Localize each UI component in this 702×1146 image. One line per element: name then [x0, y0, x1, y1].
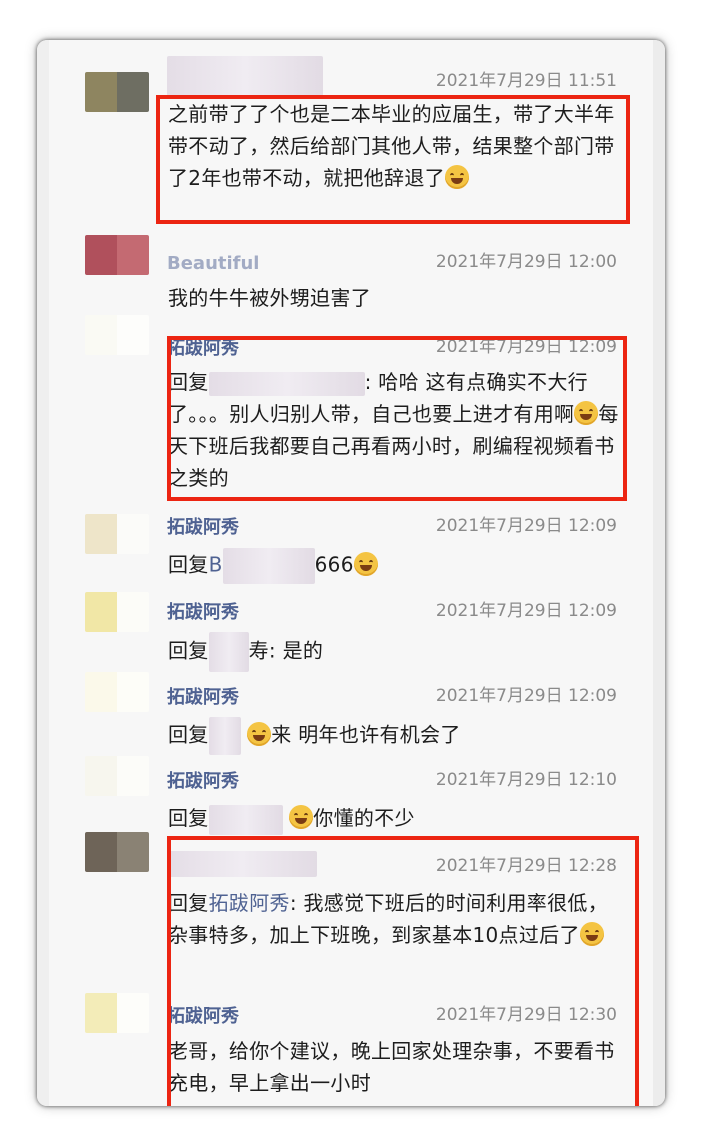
- laugh-cry-icon: [444, 165, 469, 189]
- comment-text: 回复拓跋阿秀: 我感觉下班后的时间利用率很低，杂事特多，加上下班晚，到家基本10…: [168, 891, 609, 947]
- comment-text: 我的牛牛被外甥迫害了: [168, 286, 371, 310]
- comment-text: 回复 你懂的不少: [168, 802, 628, 835]
- left-edge: [37, 40, 49, 1106]
- commenter-name-blurred[interactable]: [167, 851, 317, 877]
- comment-time: 2021年7月29日 11:51: [435, 71, 617, 91]
- comment-text: 回复: 哈哈 这有点确实不大行了。。。别人归别人带，自己也要上进才有用啊 每天下班…: [168, 370, 619, 490]
- avatar[interactable]: [85, 672, 149, 712]
- commenter-name[interactable]: 拓跋阿秀: [167, 1006, 239, 1028]
- avatar[interactable]: [85, 235, 149, 275]
- commenter-name[interactable]: Beautiful: [167, 253, 259, 275]
- commenter-name[interactable]: 拓跋阿秀: [167, 687, 239, 709]
- comment-text: 回复 寿: 是的: [168, 632, 628, 672]
- comment-time: 2021年7月29日 12:09: [435, 516, 617, 536]
- comment-panel: 2021年7月29日 11:51 之前带了了个也是二本毕业的应届生，带了大半年带…: [37, 40, 665, 1106]
- comment-time: 2021年7月29日 12:28: [435, 856, 617, 876]
- commenter-name[interactable]: 拓跋阿秀: [167, 771, 239, 793]
- comment-text: 之前带了了个也是二本毕业的应届生，带了大半年带不动了，然后给部门其他人带，结果整…: [168, 102, 615, 190]
- commenter-name-blurred[interactable]: [167, 56, 323, 96]
- commenter-name[interactable]: 拓跋阿秀: [167, 338, 239, 360]
- avatar[interactable]: [85, 315, 149, 355]
- avatar[interactable]: [85, 514, 149, 554]
- comment-time: 2021年7月29日 12:09: [435, 601, 617, 621]
- comment-time: 2021年7月29日 12:09: [435, 686, 617, 706]
- comment-time: 2021年7月29日 12:10: [435, 770, 617, 790]
- comment-text: 回复B 666: [168, 548, 628, 584]
- avatar[interactable]: [85, 832, 149, 872]
- avatar[interactable]: [85, 756, 149, 796]
- comment-text: 回复 来 明年也许有机会了: [168, 717, 628, 755]
- commenter-name[interactable]: 拓跋阿秀: [167, 602, 239, 624]
- scrollbar[interactable]: [653, 40, 665, 1106]
- shush-face-icon: [579, 922, 604, 946]
- comment-time: 2021年7月29日 12:30: [435, 1005, 617, 1025]
- commenter-name[interactable]: 拓跋阿秀: [167, 517, 239, 539]
- comment-time: 2021年7月29日 12:09: [435, 337, 617, 357]
- laugh-cry-icon: [574, 401, 599, 425]
- avatar[interactable]: [85, 592, 149, 632]
- laugh-cry-icon: [353, 551, 378, 576]
- smirk-icon: [289, 805, 314, 829]
- avatar[interactable]: [85, 72, 149, 112]
- avatar[interactable]: [85, 993, 149, 1033]
- comment-time: 2021年7月29日 12:00: [435, 252, 617, 272]
- smirk-icon: [247, 721, 272, 746]
- comment-text: 老哥，给你个建议，晚上回家处理杂事，不要看书充电，早上拿出一小时: [168, 1039, 615, 1095]
